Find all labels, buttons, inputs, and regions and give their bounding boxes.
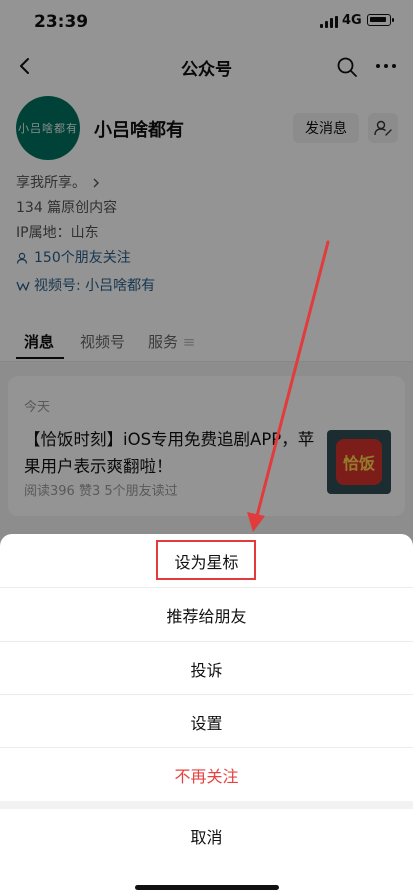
- home-indicator: [135, 885, 279, 890]
- annotation-highlight-box: [156, 540, 256, 580]
- cancel-button[interactable]: 取消: [0, 809, 413, 862]
- action-sheet: 设为星标 推荐给朋友 投诉 设置 不再关注 取消: [0, 534, 413, 894]
- complain-button[interactable]: 投诉: [0, 642, 413, 695]
- unfollow-button[interactable]: 不再关注: [0, 748, 413, 801]
- sheet-gap: [0, 801, 413, 809]
- settings-button[interactable]: 设置: [0, 695, 413, 748]
- recommend-button[interactable]: 推荐给朋友: [0, 588, 413, 641]
